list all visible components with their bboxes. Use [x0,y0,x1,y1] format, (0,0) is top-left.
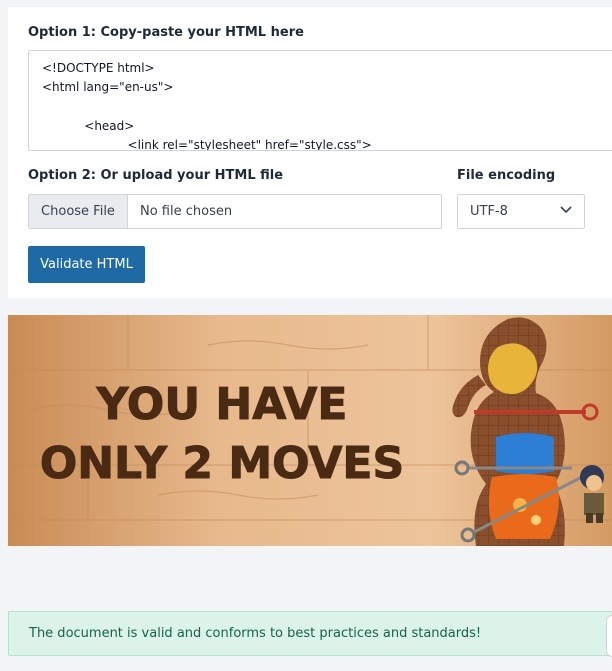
banner-headline-line2: ONLY 2 MOVES [40,438,404,489]
game-ad-banner[interactable]: YOU HAVE ONLY 2 MOVES [8,315,612,546]
banner-headline-line1: YOU HAVE [96,379,348,430]
code-line: <head> [69,119,135,133]
encoding-value: UTF-8 [470,204,508,219]
code-line: <link rel="stylesheet" href="style.css"> [97,138,372,151]
encoding-select[interactable]: UTF-8 [457,194,585,229]
code-line: <!DOCTYPE html> [42,61,155,75]
option2-label: Option 2: Or upload your HTML file [28,168,284,183]
alert-message: The document is valid and conforms to be… [29,626,482,641]
validate-html-button[interactable]: Validate HTML [28,246,145,283]
choose-file-button[interactable]: Choose File [29,195,128,228]
validator-form-panel: Option 1: Copy-paste your HTML here <!DO… [8,7,612,298]
file-status-text: No file chosen [140,204,233,219]
code-line: <html lang="en-us"> [42,80,174,94]
encoding-label: File encoding [457,168,556,183]
option1-label: Option 1: Copy-paste your HTML here [28,25,304,40]
validation-success-alert: The document is valid and conforms to be… [8,611,612,656]
html-code-textarea[interactable]: <!DOCTYPE html> <html lang="en-us"> <hea… [28,50,612,151]
chevron-down-icon [560,206,572,214]
file-upload-input[interactable]: Choose File No file chosen [28,194,442,229]
floating-widget-button[interactable] [606,615,612,657]
banner-artwork: YOU HAVE ONLY 2 MOVES [8,315,612,546]
